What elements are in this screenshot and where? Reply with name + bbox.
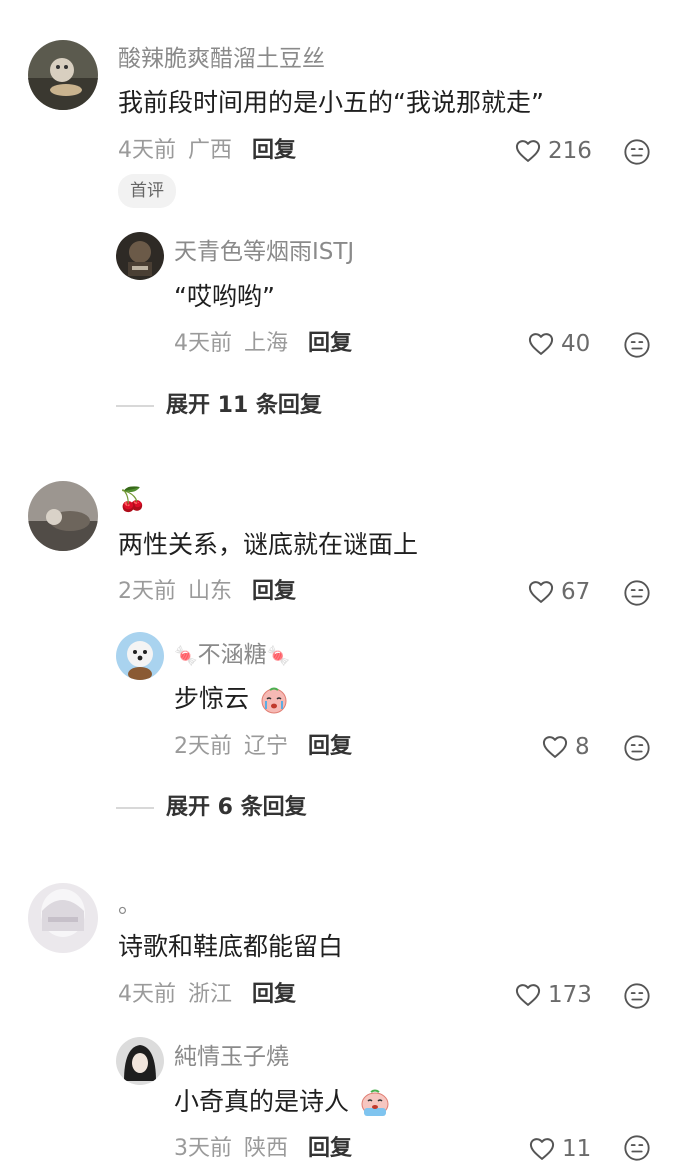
reply-button[interactable]: 回复 — [308, 329, 352, 359]
reply-button[interactable]: 回复 — [252, 136, 296, 166]
like-count: 67 — [561, 579, 591, 605]
expand-replies-button[interactable]: 展开 11 条回复 — [116, 391, 322, 421]
first-comment-badge: 首评 — [118, 174, 176, 208]
candy-emoji: 🍬 — [266, 645, 291, 667]
comment-username[interactable]: 🍒 — [118, 485, 147, 515]
heart-outline-icon — [541, 733, 569, 761]
avatar[interactable] — [28, 883, 98, 953]
reply-time: 4天前 — [174, 331, 232, 356]
reply-text-content: 步惊云 — [174, 684, 250, 713]
like-count: 8 — [575, 734, 590, 760]
reply-button[interactable]: 回复 — [308, 1134, 352, 1164]
candy-emoji: 🍬 — [174, 645, 198, 667]
like-count: 216 — [548, 138, 592, 164]
reply-text: 小奇真的是诗人 — [174, 1085, 391, 1119]
crying-emoji-icon — [361, 1089, 389, 1116]
divider-line — [116, 405, 154, 407]
expand-replies-label: 展开 11 条回复 — [166, 393, 322, 418]
heart-outline-icon — [514, 981, 542, 1009]
neutral-face-icon[interactable] — [623, 982, 651, 1010]
avatar[interactable] — [116, 232, 164, 280]
reply-time: 2天前 — [174, 734, 232, 759]
like-button[interactable]: 67 — [527, 577, 590, 607]
neutral-face-icon[interactable] — [623, 331, 651, 359]
heart-outline-icon — [528, 1135, 556, 1163]
comment-location: 浙江 — [188, 982, 233, 1007]
heart-outline-icon — [527, 578, 555, 606]
like-button[interactable]: 173 — [514, 980, 592, 1010]
comment-text: 诗歌和鞋底都能留白 — [118, 932, 344, 961]
comment-username[interactable]: 。 — [118, 890, 141, 920]
neutral-face-icon[interactable] — [623, 734, 651, 762]
comment-text: 我前段时间用的是小五的“我说那就走” — [118, 88, 544, 117]
neutral-face-icon[interactable] — [623, 138, 651, 166]
avatar[interactable] — [28, 40, 98, 110]
heart-outline-icon — [527, 330, 555, 358]
comment-time: 2天前 — [118, 579, 176, 604]
like-button[interactable]: 11 — [528, 1134, 591, 1164]
comment-time: 4天前 — [118, 982, 176, 1007]
reply-button[interactable]: 回复 — [252, 577, 296, 607]
reply-text: “哎哟哟” — [174, 282, 275, 311]
avatar[interactable] — [116, 632, 164, 680]
reply-button[interactable]: 回复 — [308, 732, 352, 762]
comment-location: 山东 — [188, 579, 233, 604]
expand-replies-button[interactable]: 展开 6 条回复 — [116, 793, 307, 823]
reply-text: 步惊云 — [174, 682, 289, 716]
reply-username[interactable]: 天青色等烟雨ISTJ — [174, 237, 354, 267]
reply-button[interactable]: 回复 — [252, 980, 296, 1010]
like-button[interactable]: 8 — [541, 732, 590, 762]
reply-username[interactable]: 純情玉子燒 — [174, 1042, 289, 1072]
avatar[interactable] — [28, 481, 98, 551]
divider-line — [116, 807, 154, 809]
like-button[interactable]: 40 — [527, 329, 590, 359]
avatar[interactable] — [116, 1037, 164, 1085]
like-count: 173 — [548, 982, 592, 1008]
comment-location: 广西 — [188, 138, 233, 163]
reply-text-content: 小奇真的是诗人 — [174, 1087, 350, 1116]
like-count: 11 — [562, 1136, 592, 1162]
crying-emoji-icon — [261, 687, 287, 714]
comment-text: 两性关系，谜底就在谜面上 — [118, 530, 419, 559]
reply-location: 上海 — [244, 331, 289, 356]
expand-replies-label: 展开 6 条回复 — [166, 795, 307, 820]
reply-time: 3天前 — [174, 1136, 232, 1161]
like-button[interactable]: 216 — [514, 136, 592, 166]
comment-username[interactable]: 酸辣脆爽醋溜土豆丝 — [118, 44, 325, 74]
neutral-face-icon[interactable] — [623, 579, 651, 607]
neutral-face-icon[interactable] — [623, 1134, 651, 1162]
reply-username-text: 不涵糖 — [197, 642, 267, 668]
reply-location: 陕西 — [244, 1136, 289, 1161]
comment-time: 4天前 — [118, 138, 176, 163]
reply-location: 辽宁 — [244, 734, 289, 759]
like-count: 40 — [561, 331, 591, 357]
reply-username[interactable]: 🍬不涵糖🍬 — [174, 640, 290, 671]
heart-outline-icon — [514, 137, 542, 165]
